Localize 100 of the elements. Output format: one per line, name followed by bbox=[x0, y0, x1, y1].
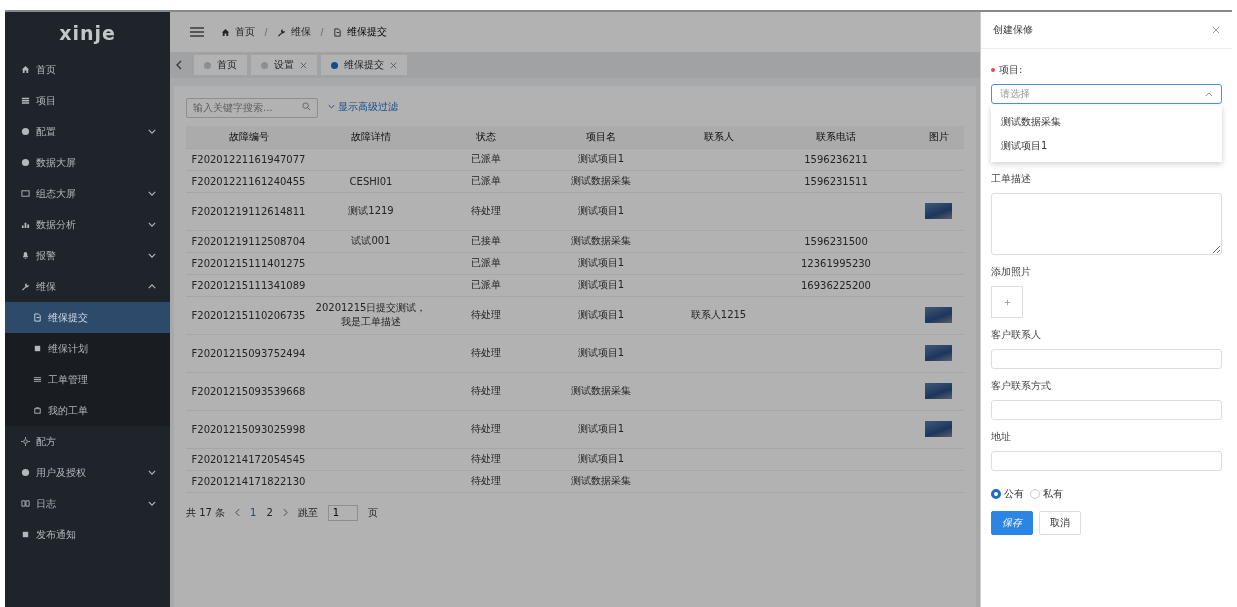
menu-item[interactable]: 日志 bbox=[5, 488, 170, 519]
menu-item[interactable]: 报警 bbox=[5, 240, 170, 271]
breadcrumb-link[interactable]: 维保 bbox=[291, 25, 311, 39]
circle-icon bbox=[21, 468, 30, 477]
table-cell: 已接单 bbox=[471, 234, 501, 248]
list-icon bbox=[21, 96, 30, 105]
menu-icon[interactable] bbox=[190, 27, 204, 37]
table-cell: 测试项目1 bbox=[577, 152, 625, 166]
box-icon bbox=[33, 406, 42, 415]
table-cell: CESHI01 bbox=[349, 175, 393, 187]
table-cell: 1596231511 bbox=[804, 175, 868, 187]
table-cell: 20201215日提交测试，我是工单描述 bbox=[315, 301, 427, 329]
input-field[interactable] bbox=[991, 400, 1222, 420]
table-cell: 待处理 bbox=[471, 452, 501, 466]
home-icon bbox=[221, 27, 230, 37]
submenu-item[interactable]: 维保计划 bbox=[5, 333, 170, 364]
table-cell: 测试数据采集 bbox=[571, 234, 631, 248]
close-icon[interactable] bbox=[1212, 26, 1220, 34]
chevron-right-icon[interactable] bbox=[282, 508, 288, 517]
plus-icon bbox=[1003, 298, 1011, 306]
radio-button[interactable] bbox=[991, 489, 1001, 499]
close-icon[interactable] bbox=[300, 61, 307, 69]
page-number[interactable]: 2 bbox=[266, 507, 273, 518]
radio-option[interactable]: 公有 bbox=[991, 487, 1024, 501]
page-input[interactable]: 1 bbox=[327, 504, 358, 521]
dropdown-option[interactable]: 测试项目1 bbox=[991, 134, 1222, 158]
field-label: 客户联系方式 bbox=[991, 379, 1052, 393]
photo-placeholder[interactable] bbox=[925, 203, 952, 219]
document-icon bbox=[33, 313, 42, 322]
table-cell: 1596236211 bbox=[804, 153, 868, 165]
table-cell: 测试项目1 bbox=[577, 422, 625, 436]
photo-placeholder[interactable] bbox=[925, 383, 952, 399]
search-field[interactable]: 输入关键字搜索... bbox=[186, 97, 318, 118]
table-cell: 已派单 bbox=[471, 278, 501, 292]
field-label: 地址 bbox=[991, 430, 1012, 444]
menu-item[interactable]: 数据分析 bbox=[5, 209, 170, 240]
page-tab[interactable]: 设置 bbox=[251, 55, 317, 75]
drawer-title: 创建保修 bbox=[993, 23, 1033, 37]
chevron-down-icon bbox=[148, 129, 156, 134]
menu-item[interactable]: 发布通知 bbox=[5, 519, 170, 550]
wrench-icon bbox=[277, 27, 286, 37]
photo-placeholder[interactable] bbox=[925, 345, 952, 361]
breadcrumb-link[interactable]: 首页 bbox=[235, 25, 255, 39]
list-icon bbox=[33, 375, 42, 384]
field-label: 工单描述 bbox=[991, 172, 1032, 186]
upload-box[interactable] bbox=[991, 286, 1023, 318]
cancel-button[interactable]: 取消 bbox=[1039, 511, 1081, 535]
submenu-item[interactable]: 我的工单 bbox=[5, 395, 170, 426]
chevron-down-icon bbox=[148, 470, 156, 475]
table-cell: 联系人1215 bbox=[690, 308, 747, 322]
page-tab[interactable]: 维保提交 bbox=[321, 55, 407, 75]
table-cell: 待处理 bbox=[471, 474, 501, 488]
description-textarea[interactable] bbox=[991, 193, 1222, 255]
photo-placeholder[interactable] bbox=[925, 307, 952, 323]
menu-item[interactable]: 用户及授权 bbox=[5, 457, 170, 488]
input-field[interactable] bbox=[991, 349, 1222, 369]
book-icon bbox=[21, 499, 30, 508]
table-cell: F20201215093752494 bbox=[191, 347, 306, 359]
menu-item[interactable]: 首页 bbox=[5, 54, 170, 85]
menu-item[interactable]: 数据大屏 bbox=[5, 147, 170, 178]
menu-item[interactable]: 维保 bbox=[5, 271, 170, 302]
menu-item[interactable]: 组态大屏 bbox=[5, 178, 170, 209]
table-cell: 测试数据采集 bbox=[571, 474, 631, 488]
table-cell: 待处理 bbox=[471, 384, 501, 398]
column-header: 状态 bbox=[475, 129, 497, 144]
table-cell: F20201215110206735 bbox=[191, 309, 306, 321]
table-cell: 待处理 bbox=[471, 308, 501, 322]
breadcrumb-link[interactable]: 维保提交 bbox=[347, 25, 387, 39]
menu-item[interactable]: 项目 bbox=[5, 85, 170, 116]
circle-icon bbox=[21, 127, 30, 136]
table-cell: F20201215093539668 bbox=[191, 385, 306, 397]
table-cell: 测试项目1 bbox=[577, 452, 625, 466]
column-header: 联系电话 bbox=[815, 129, 857, 144]
table-cell: 测试1219 bbox=[348, 204, 394, 218]
table-cell: 测试项目1 bbox=[577, 308, 625, 322]
dropdown-option[interactable]: 测试数据采集 bbox=[991, 110, 1222, 134]
close-icon[interactable] bbox=[390, 61, 397, 69]
submenu-item[interactable]: 维保提交 bbox=[5, 302, 170, 333]
menu-item[interactable]: 配方 bbox=[5, 426, 170, 457]
page-tab[interactable]: 首页 bbox=[194, 55, 247, 75]
photo-placeholder[interactable] bbox=[925, 421, 952, 437]
table-cell: F20201214172054545 bbox=[191, 453, 306, 465]
input-field[interactable] bbox=[991, 451, 1222, 471]
bell-icon bbox=[21, 251, 30, 260]
chevron-left-icon[interactable] bbox=[235, 508, 241, 517]
chevron-down-icon bbox=[148, 501, 156, 506]
radio-option[interactable]: 私有 bbox=[1030, 487, 1063, 501]
search-icon[interactable] bbox=[302, 102, 311, 111]
submenu-item[interactable]: 工单管理 bbox=[5, 364, 170, 395]
save-button[interactable]: 保存 bbox=[991, 511, 1033, 535]
menu-item[interactable]: 配置 bbox=[5, 116, 170, 147]
page-number[interactable]: 1 bbox=[250, 507, 257, 518]
chevron-left-icon[interactable] bbox=[176, 60, 182, 70]
total-count: 共 17 条 bbox=[186, 505, 226, 520]
goto-label: 跳至 bbox=[297, 505, 318, 520]
field-label: 客户联系人 bbox=[991, 328, 1042, 342]
advanced-filter-link[interactable]: 显示高级过滤 bbox=[328, 99, 398, 114]
table-cell: 测试项目1 bbox=[577, 204, 625, 218]
wrench-icon bbox=[21, 282, 30, 291]
dot-icon bbox=[331, 61, 338, 69]
